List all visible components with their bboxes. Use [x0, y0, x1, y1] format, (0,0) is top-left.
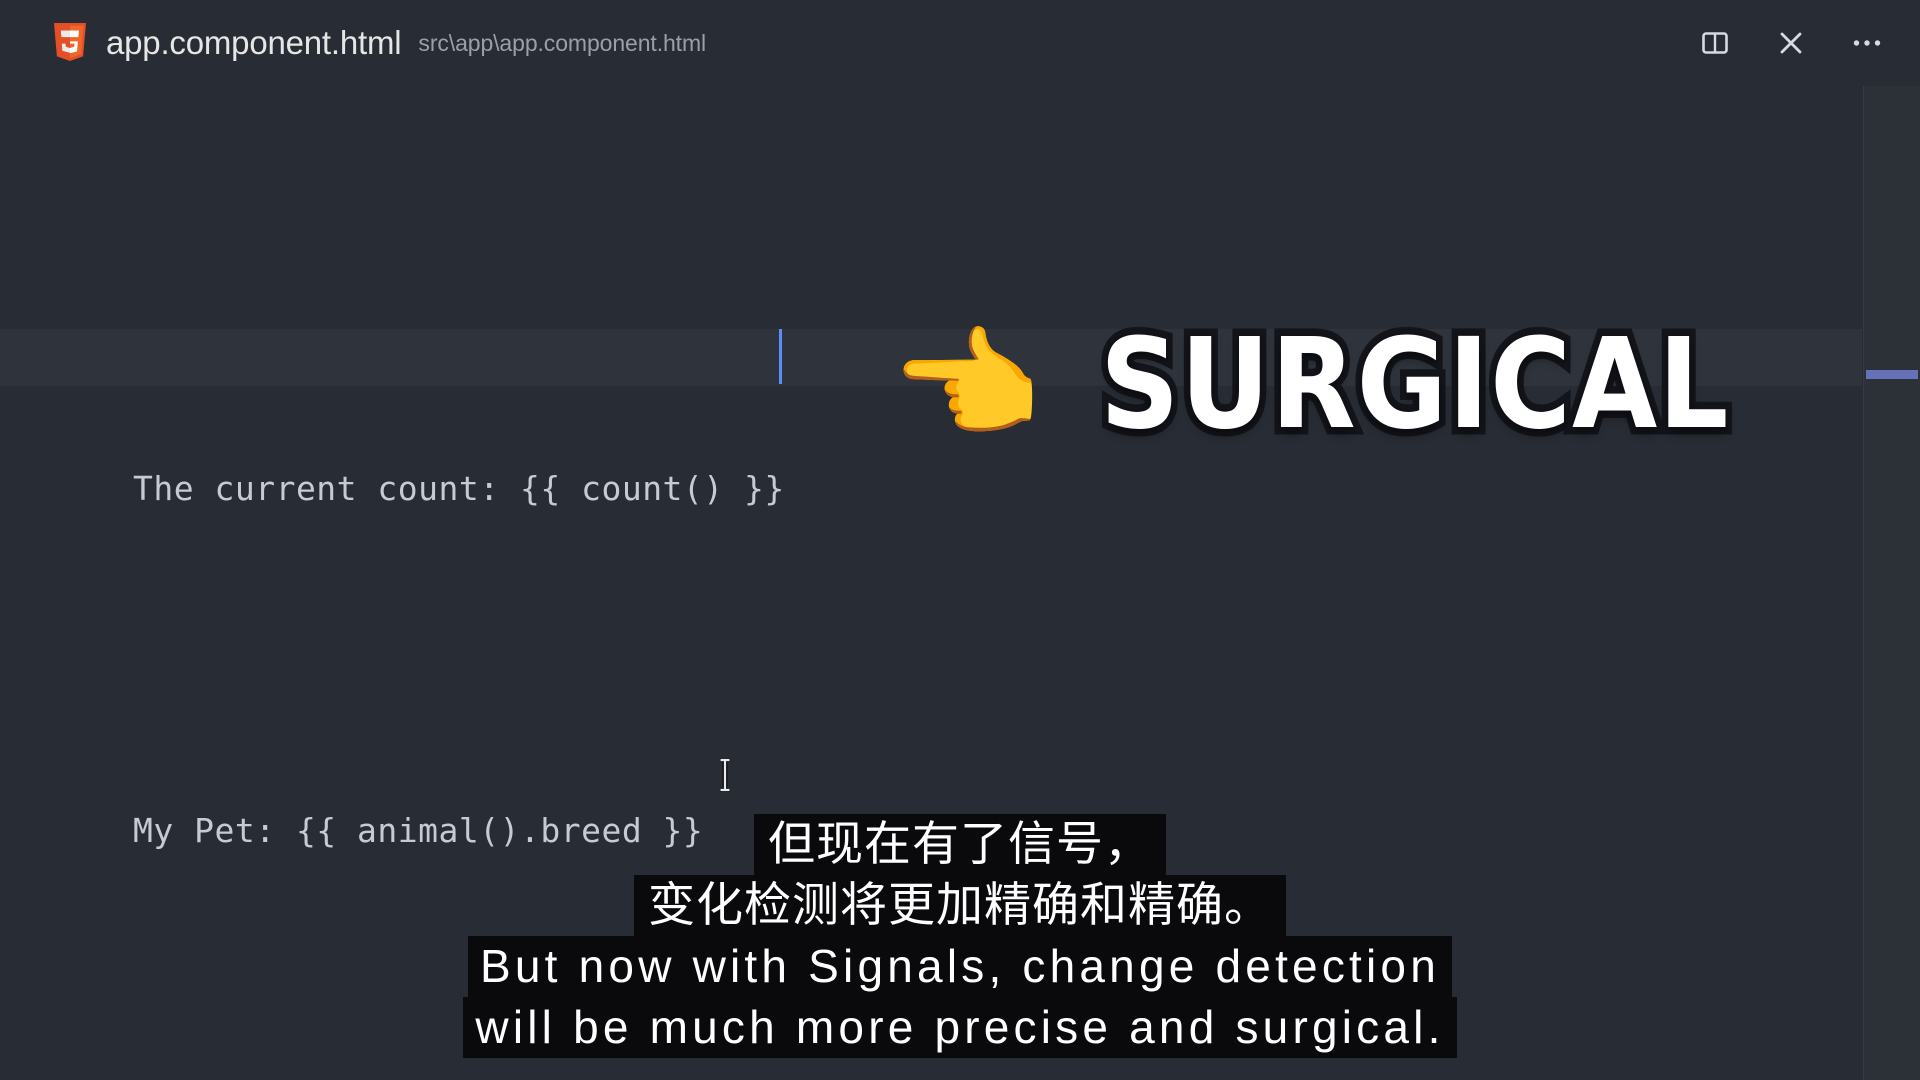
tab-title[interactable]: app.component.html — [106, 24, 402, 62]
editor-scrollbar[interactable] — [1863, 86, 1920, 1080]
code-editor-surface[interactable]: The current count: {{ count() }} My Pet:… — [0, 86, 1920, 1080]
code-text-content[interactable]: The current count: {{ count() }} My Pet:… — [133, 204, 785, 1080]
more-actions-button[interactable] — [1844, 20, 1890, 66]
text-caret — [779, 329, 782, 384]
code-line[interactable]: The current count: {{ count() }} — [133, 432, 785, 546]
split-editor-right-button[interactable] — [1692, 20, 1738, 66]
title-bar-actions — [1692, 0, 1890, 86]
code-line[interactable]: My Pet: {{ animal().breed }} — [133, 774, 785, 888]
surgical-callout-overlay: 👈 SURGICAL — [890, 314, 1735, 454]
html5-file-icon — [52, 23, 88, 63]
pointing-left-hand-emoji: 👈 — [890, 317, 1042, 453]
editor-title-bar: app.component.html src\app\app.component… — [0, 0, 1920, 86]
surgical-wordmark: SURGICAL — [1093, 311, 1735, 457]
vscode-editor-window: app.component.html src\app\app.component… — [0, 0, 1920, 1080]
scrollbar-cursor-marker — [1866, 370, 1918, 379]
close-editor-button[interactable] — [1768, 20, 1814, 66]
file-path-breadcrumb: src\app\app.component.html — [418, 29, 707, 56]
